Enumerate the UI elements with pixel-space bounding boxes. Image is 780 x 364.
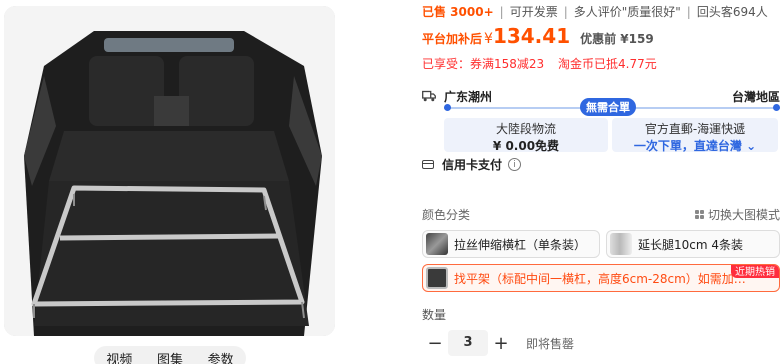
option-title: 官方直郵-海運快遞 xyxy=(644,122,746,136)
product-page: 视频 图集 参数 已售 3000+ | 可开发票 | 多人评价"质量很好" | 回头客694… xyxy=(0,0,780,364)
switch-view-button[interactable]: 切换大图模式 xyxy=(694,206,780,223)
sku-option[interactable]: 拉丝伸缩横杠（单条装） xyxy=(422,230,600,258)
ship-from: 广东潮州 xyxy=(444,90,493,104)
sku-label: 延长腿10cm 4条装 xyxy=(638,237,744,252)
quantity-label: 数量 xyxy=(422,308,447,322)
mainland-shipping-option[interactable]: 大陸段物流 ¥ 0.00免费 xyxy=(444,118,608,153)
tab-video[interactable]: 视频 xyxy=(100,349,138,364)
product-info-panel: 已售 3000+ | 可开发票 | 多人评价"质量很好" | 回头客694人 平台加补后 ¥… xyxy=(422,0,780,364)
media-tabs: 视频 图集 参数 xyxy=(94,346,246,364)
grid-icon xyxy=(694,210,704,219)
review-summary[interactable]: 多人评价"质量很好" xyxy=(574,5,681,19)
color-title: 颜色分类 xyxy=(422,208,471,222)
credit-card-row[interactable]: 信用卡支付 i xyxy=(422,156,522,173)
option-value: 一次下單，直達台灣 ⌄ xyxy=(633,139,757,153)
sku-option[interactable]: 延长腿10cm 4条装 xyxy=(606,230,780,258)
credit-label: 信用卡支付 xyxy=(442,158,503,172)
credit-card-icon xyxy=(422,160,434,169)
direct-mail-option[interactable]: 官方直郵-海運快遞 一次下單，直達台灣 ⌄ xyxy=(612,118,778,153)
sku-thumbnail xyxy=(426,267,448,289)
original-price: 优惠前 ¥159 xyxy=(580,32,654,46)
promo-line: 已享受：券满158减23 淘金币已抵4.77元 xyxy=(422,55,667,72)
color-section-header: 颜色分类 切换大图模式 xyxy=(422,206,780,223)
product-image[interactable] xyxy=(4,6,335,336)
current-price: 134.41 xyxy=(492,24,571,48)
sales-line: 已售 3000+ | 可开发票 | 多人评价"质量很好" | 回头客694人 xyxy=(422,5,768,19)
stock-status: 即将售罄 xyxy=(526,336,575,351)
chevron-down-icon: ⌄ xyxy=(746,139,757,153)
increment-button[interactable]: + xyxy=(488,330,514,356)
info-icon[interactable]: i xyxy=(508,158,522,171)
coupon-promo[interactable]: 已享受：券满158减23 xyxy=(422,57,544,71)
decrement-button[interactable]: − xyxy=(422,330,448,356)
sku-option-selected[interactable]: 找平架（标配中间一横杠，高度6cm-28cm）如需加… 近期热销 xyxy=(422,264,780,292)
ship-to[interactable]: 台灣地區 xyxy=(732,88,780,105)
quantity-input[interactable]: 3 xyxy=(448,330,488,356)
option-title: 大陸段物流 xyxy=(495,122,556,136)
currency-symbol: ¥ xyxy=(484,31,493,47)
hot-sale-badge: 近期热销 xyxy=(731,265,779,278)
switch-view-label: 切换大图模式 xyxy=(707,208,780,222)
repeat-customers: 回头客694人 xyxy=(696,5,768,19)
quantity-stepper: − 3 + 即将售罄 xyxy=(422,330,574,356)
sku-thumbnail xyxy=(426,233,448,255)
tab-params[interactable]: 参数 xyxy=(202,349,240,364)
car-trunk-photo xyxy=(4,6,335,336)
coin-promo[interactable]: 淘金币已抵4.77元 xyxy=(558,57,657,71)
sku-label: 找平架（标配中间一横杠，高度6cm-28cm）如需加… xyxy=(454,271,746,286)
invoice-label: 可开发票 xyxy=(509,5,558,19)
no-merge-badge: 無需合單 xyxy=(580,98,636,116)
option-value: ¥ 0.00免费 xyxy=(492,139,560,153)
price-label: 平台加补后 xyxy=(422,32,483,46)
tab-gallery[interactable]: 图集 xyxy=(151,349,189,364)
route-start-dot xyxy=(444,104,451,111)
sold-count: 已售 3000+ xyxy=(422,5,494,19)
sku-thumbnail xyxy=(610,233,632,255)
sku-label: 拉丝伸缩横杠（单条装） xyxy=(454,237,587,252)
truck-icon xyxy=(422,90,436,102)
shipping-route: 广东潮州 台灣地區 無需合單 xyxy=(422,88,780,116)
price-row: 平台加补后 ¥ 134.41 优惠前 ¥159 xyxy=(422,24,654,48)
route-end-dot xyxy=(773,104,780,111)
